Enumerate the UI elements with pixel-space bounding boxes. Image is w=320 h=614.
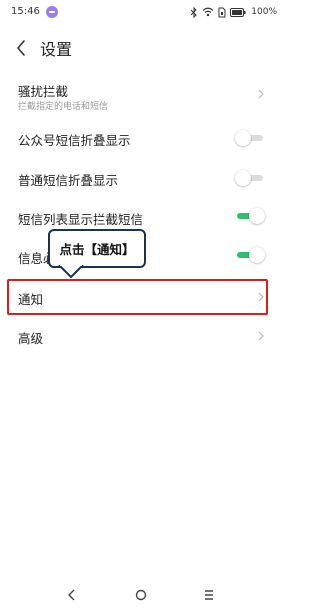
back-icon[interactable] — [12, 38, 32, 58]
battery-icon — [230, 7, 246, 17]
toggle-switch[interactable] — [235, 208, 265, 224]
row-harassment-block[interactable]: 骚扰拦截 拦截指定的电话和短信 — [0, 76, 283, 116]
toggle-switch[interactable] — [235, 170, 265, 186]
status-icons: 100% — [190, 5, 277, 19]
tooltip-bubble: 点击【通知】 — [48, 229, 146, 268]
status-time: 15:46 — [11, 6, 40, 17]
app-notification-icon — [46, 6, 58, 18]
tooltip-tail — [58, 265, 84, 278]
nav-bar — [0, 580, 283, 610]
bluetooth-icon — [190, 6, 197, 18]
toggle-switch[interactable] — [235, 130, 265, 146]
row-label: 公众号短信折叠显示 — [18, 133, 131, 148]
row-sublabel: 拦截指定的电话和短信 — [18, 102, 109, 112]
row-normal-sms-fold: 普通短信折叠显示 — [0, 164, 283, 192]
chevron-right-icon — [258, 89, 264, 99]
wifi-icon — [202, 7, 214, 17]
row-label: 骚扰拦截 — [18, 84, 69, 99]
chevron-right-icon — [258, 331, 264, 341]
row-label: 短信列表显示拦截短信 — [18, 212, 144, 227]
highlight-box — [7, 279, 268, 315]
home-circle-icon[interactable] — [133, 588, 149, 602]
battery-percent: 100% — [251, 7, 277, 17]
tooltip-text: 点击【通知】 — [59, 242, 135, 257]
back-triangle-icon[interactable] — [64, 588, 80, 602]
row-advanced[interactable]: 高级 — [0, 322, 283, 350]
sim-icon — [218, 7, 226, 17]
row-official-sms-fold: 公众号短信折叠显示 — [0, 124, 283, 152]
menu-lines-icon[interactable] — [201, 588, 217, 602]
row-label: 高级 — [18, 331, 44, 346]
row-label: 普通短信折叠显示 — [18, 173, 119, 188]
header: 设置 — [0, 30, 283, 66]
toggle-switch[interactable] — [235, 247, 265, 263]
page-title: 设置 — [40, 40, 73, 59]
status-bar: 15:46 100% — [0, 0, 283, 24]
row-show-blocked-sms: 短信列表显示拦截短信 — [0, 203, 283, 231]
